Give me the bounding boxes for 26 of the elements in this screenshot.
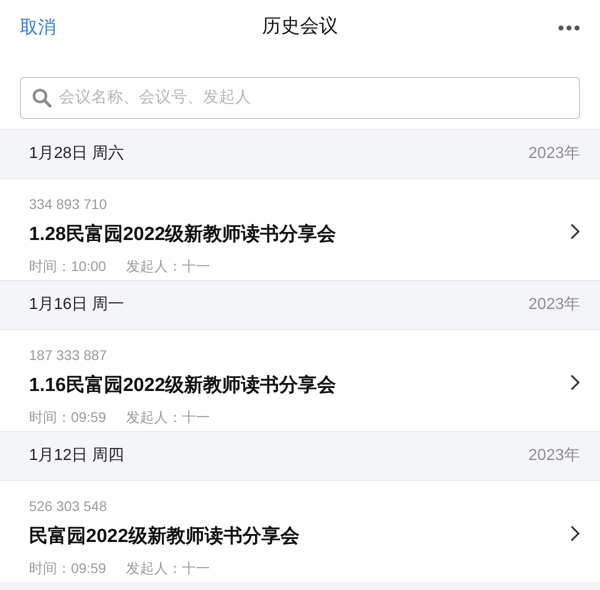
meeting-number: 526 303 548 bbox=[29, 496, 108, 514]
cancel-button[interactable]: 取消 bbox=[20, 14, 56, 41]
chevron-icon bbox=[570, 525, 580, 542]
meeting-number: 334 893 710 bbox=[29, 194, 108, 212]
date-label: 1月16日 周一 bbox=[29, 295, 124, 315]
meeting-number: 187 333 887 bbox=[29, 346, 108, 364]
year-label: 2023年 bbox=[528, 144, 580, 164]
meeting-title: 民富园2022级新教师读书分享会 bbox=[29, 524, 300, 548]
meeting-host: 发起人：十一 bbox=[126, 408, 210, 426]
meeting-time: 时间：10:00 bbox=[29, 256, 106, 274]
meeting-time: 时间：09:59 bbox=[29, 408, 106, 426]
meeting-title: 1.28民富园2022级新教师读书分享会 bbox=[29, 222, 338, 246]
page-title: 历史会议 bbox=[262, 15, 338, 40]
meeting-host: 发起人：十一 bbox=[126, 558, 210, 576]
meeting-time: 时间：09:59 bbox=[29, 558, 106, 576]
search-icon bbox=[32, 88, 52, 108]
chevron-icon bbox=[570, 374, 580, 391]
meeting-title: 1.16民富园2022级新教师读书分享会 bbox=[29, 374, 338, 398]
meeting-host: 发起人：十一 bbox=[126, 256, 210, 274]
more-icon[interactable] bbox=[558, 24, 580, 30]
date-label: 1月12日 周四 bbox=[29, 446, 124, 466]
year-label: 2023年 bbox=[528, 446, 580, 466]
date-label: 1月28日 周六 bbox=[29, 144, 124, 164]
year-label: 2023年 bbox=[528, 295, 580, 315]
search-field[interactable]: 会议名称、会议号、发起人 bbox=[20, 77, 580, 119]
chevron-icon bbox=[570, 223, 580, 240]
